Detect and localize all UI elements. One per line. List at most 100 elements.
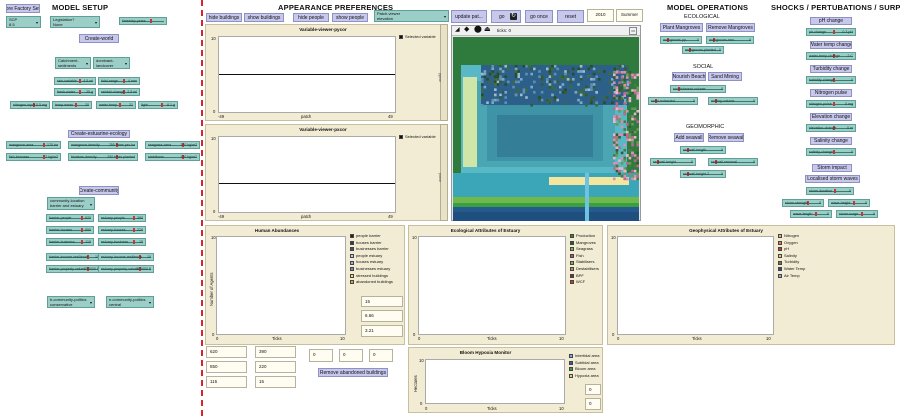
remove-abandoned-buildings-button[interactable]: Remove abandoned buildings bbox=[318, 368, 388, 377]
zoom-icon[interactable]: ◆ bbox=[464, 26, 469, 34]
shock-button[interactable]: Nitrogen pulse bbox=[810, 89, 852, 97]
slider-knob[interactable] bbox=[815, 212, 817, 216]
slider-knob[interactable] bbox=[79, 79, 81, 83]
slider[interactable]: seawall-removal 0 bbox=[708, 158, 758, 166]
slider-knob[interactable] bbox=[853, 201, 855, 205]
show-buildings-button[interactable]: show buildings bbox=[244, 13, 284, 22]
slider-knob[interactable] bbox=[833, 102, 835, 106]
slider[interactable]: mangroves-rem... 0 bbox=[706, 36, 754, 44]
patch-viewer-chooser[interactable]: Patch-viewer elevation ▾ bbox=[374, 10, 449, 22]
restore-factory-settings-button[interactable]: Restore Factory Settings bbox=[6, 4, 40, 13]
nourish-beach-button[interactable]: Nourish Beach bbox=[672, 72, 706, 81]
estuary-world-view[interactable] bbox=[453, 37, 639, 221]
slider[interactable]: water-temp-change 2 C bbox=[806, 52, 856, 60]
slider[interactable]: sand-extracted 0 bbox=[648, 97, 698, 105]
add-seawall-button[interactable]: Add seawall bbox=[674, 133, 704, 142]
slider[interactable]: estuary-income-resilience 15 bbox=[98, 253, 154, 261]
slider[interactable]: elevation-change 0 m bbox=[806, 124, 856, 132]
slider[interactable]: seawall-height-2 0 bbox=[680, 170, 726, 178]
slider[interactable]: storm-duration 0 bbox=[806, 187, 854, 195]
slider[interactable]: nitrogen-pulse 0 mg bbox=[806, 100, 856, 108]
slider[interactable]: tidal-range 4 mm bbox=[98, 77, 140, 85]
slider[interactable]: wave-length 0 bbox=[790, 210, 832, 218]
pycor-slider-strip[interactable]: pycor bbox=[438, 24, 448, 121]
slider[interactable]: storm-surge 0 bbox=[836, 210, 878, 218]
plant-mangroves-button[interactable]: Plant Mangroves bbox=[660, 23, 703, 32]
show-people-button[interactable]: show people bbox=[332, 13, 368, 22]
shock-button[interactable]: pH change bbox=[810, 17, 852, 25]
remove-seawall-button[interactable]: Remove seawall bbox=[708, 133, 744, 142]
slider[interactable]: estuary-property-values 300000 $ bbox=[98, 265, 154, 273]
hide-people-button[interactable]: hide people bbox=[293, 13, 329, 22]
go-button[interactable]: go ↻ bbox=[491, 10, 521, 23]
slider[interactable]: barrier-income-resilience 15 bbox=[46, 253, 102, 261]
slider[interactable]: wave-height 0 bbox=[828, 199, 870, 207]
shock-button[interactable]: Water temp change bbox=[810, 41, 852, 49]
slider-knob[interactable] bbox=[119, 103, 121, 107]
slider[interactable]: fish-biomass 2 kg/m2 bbox=[6, 153, 61, 161]
slider[interactable]: barrier-property-values 250000 $ bbox=[46, 265, 102, 273]
slider[interactable]: light 8.1 g bbox=[138, 101, 178, 109]
b-politics-chooser[interactable]: b-community-politics conservative ▾ bbox=[47, 296, 95, 308]
slider[interactable]: water-temp 21 bbox=[96, 101, 136, 109]
shock-button[interactable]: Turbidity change bbox=[810, 65, 852, 73]
scp-chooser[interactable]: SCP 8.5 ▾ bbox=[6, 16, 41, 28]
create-community-button[interactable]: Create-community bbox=[79, 186, 119, 195]
slider[interactable]: rain-variable 4.5 ml bbox=[54, 77, 96, 85]
slider[interactable]: seagrass-area 120 kg/m2 bbox=[145, 141, 200, 149]
settings-icon[interactable]: ▭ bbox=[629, 27, 637, 35]
pxcor-slider-strip[interactable]: pxcor bbox=[438, 124, 448, 221]
e-politics-chooser[interactable]: e-community-politics central ▾ bbox=[106, 296, 154, 308]
sand-mining-button[interactable]: Sand Mining bbox=[708, 72, 742, 81]
slider[interactable]: mining-volume 0 bbox=[708, 97, 758, 105]
landcover-chooser[interactable]: dominant-landcover innoculated ▾ bbox=[93, 57, 130, 69]
create-estuarine-ecology-button[interactable]: Create-estuarine-ecology bbox=[68, 130, 130, 138]
slider[interactable]: barrier-business 115 bbox=[46, 238, 94, 246]
slider[interactable]: fresh-water 35 g bbox=[54, 88, 96, 96]
timestep-slider[interactable]: timestep-years bbox=[119, 17, 167, 25]
slider-knob[interactable] bbox=[81, 216, 83, 220]
slider[interactable]: turbidity-change 0 bbox=[806, 76, 856, 84]
create-world-button[interactable]: Create-world bbox=[79, 34, 119, 43]
slider[interactable]: seawall-height 0 bbox=[650, 158, 696, 166]
slider[interactable]: seawall-length 0 bbox=[680, 146, 726, 154]
3d-view-icon[interactable]: ◢ bbox=[455, 27, 460, 34]
slider-knob[interactable] bbox=[81, 240, 83, 244]
slider-knob[interactable] bbox=[133, 240, 135, 244]
slider[interactable]: temp-mean 20 bbox=[52, 101, 92, 109]
go-once-button[interactable]: go once bbox=[525, 10, 553, 23]
slider[interactable]: estuary-business 15 bbox=[98, 238, 146, 246]
slider-knob[interactable] bbox=[133, 228, 135, 232]
slider[interactable]: mangrove-density 250 trees per ha bbox=[68, 141, 138, 149]
slider[interactable]: estuary-people 390 bbox=[98, 214, 146, 222]
hide-buildings-button[interactable]: hide buildings bbox=[206, 13, 242, 22]
follow-icon[interactable]: ⬤ bbox=[474, 26, 482, 34]
slider[interactable]: mangrove-area 170 ha bbox=[6, 141, 61, 149]
slider-knob[interactable] bbox=[79, 90, 81, 94]
slider-knob[interactable] bbox=[150, 19, 152, 23]
localised-storm-waves-button[interactable]: Localised storm waves bbox=[805, 175, 860, 183]
slider[interactable]: rainfall-change 2.5 ml bbox=[98, 88, 140, 96]
shock-button[interactable]: Salinity change bbox=[810, 137, 852, 145]
slider[interactable]: nourishment-volume 0 bbox=[670, 85, 726, 93]
slider[interactable]: bivalves-density 250 trees planted bbox=[68, 153, 138, 161]
slider[interactable]: estuary-houses 220 bbox=[98, 226, 146, 234]
reset-button[interactable]: reset bbox=[557, 10, 584, 23]
slider[interactable]: storm-strength 0 bbox=[782, 199, 824, 207]
slider-knob[interactable] bbox=[133, 216, 135, 220]
community-location-chooser[interactable]: community-location barrier and estuary ▾ bbox=[47, 197, 95, 210]
slider-knob[interactable] bbox=[75, 103, 77, 107]
slider-knob[interactable] bbox=[43, 143, 45, 147]
slider[interactable]: barrier-houses 850 bbox=[46, 226, 94, 234]
storm-impact-button[interactable]: Storm impact bbox=[812, 164, 852, 172]
slider-knob[interactable] bbox=[861, 212, 863, 216]
slider[interactable]: ph-change -0.3 pH bbox=[806, 28, 856, 36]
update-patches-button[interactable]: update pat... bbox=[451, 10, 487, 23]
slider[interactable]: mangroves-pp... 0 bbox=[660, 36, 702, 44]
shock-button[interactable]: Elevation change bbox=[810, 113, 852, 121]
slider[interactable]: nitrogen-input 0.5 mg bbox=[10, 101, 50, 109]
slider-knob[interactable] bbox=[834, 189, 836, 193]
slider-knob[interactable] bbox=[833, 30, 835, 34]
slider-knob[interactable] bbox=[81, 228, 83, 232]
slider[interactable]: stabilisers 120 kg/m2 bbox=[145, 153, 200, 161]
